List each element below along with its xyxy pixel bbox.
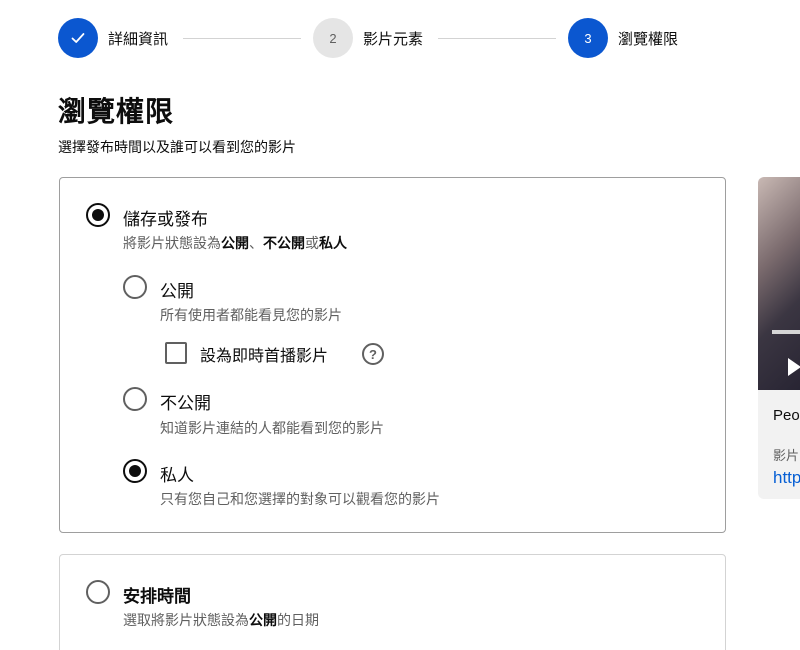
step-details-circle[interactable] bbox=[58, 18, 98, 58]
video-preview-panel: Peo 影片 http bbox=[758, 177, 800, 499]
visibility-page: 詳細資訊 2 影片元素 3 瀏覽權限 瀏覽權限 選擇發布時間以及誰可以看到您的影… bbox=[0, 0, 800, 650]
page-title: 瀏覽權限 bbox=[58, 95, 175, 128]
public-radio[interactable] bbox=[123, 275, 147, 299]
schedule-desc: 選取將影片狀態設為公開的日期 bbox=[123, 613, 319, 629]
unlisted-desc: 知道影片連結的人都能看到您的影片 bbox=[160, 421, 384, 437]
schedule-radio[interactable] bbox=[86, 580, 110, 604]
schedule-card[interactable]: 安排時間 選取將影片狀態設為公開的日期 bbox=[59, 554, 726, 650]
preview-link-label: 影片 bbox=[773, 449, 800, 464]
private-title[interactable]: 私人 bbox=[160, 461, 194, 486]
video-thumbnail[interactable] bbox=[758, 177, 800, 390]
premiere-checkbox[interactable] bbox=[165, 342, 187, 364]
premiere-label[interactable]: 設為即時首播影片 bbox=[200, 342, 328, 366]
upload-stepper: 詳細資訊 2 影片元素 3 瀏覽權限 bbox=[58, 18, 698, 60]
progress-bar bbox=[772, 330, 800, 334]
private-desc: 只有您自己和您選擇的對象可以觀看您的影片 bbox=[160, 492, 440, 508]
step-divider bbox=[438, 38, 556, 39]
step-visibility-circle[interactable]: 3 bbox=[568, 18, 608, 58]
check-icon bbox=[71, 33, 85, 43]
preview-video-link[interactable]: http bbox=[773, 468, 800, 488]
preview-video-title: Peo bbox=[773, 407, 800, 424]
unlisted-radio[interactable] bbox=[123, 387, 147, 411]
schedule-title[interactable]: 安排時間 bbox=[123, 582, 191, 607]
save-publish-card[interactable]: 儲存或發布 將影片狀態設為公開、不公開或私人 公開 所有使用者都能看見您的影片 … bbox=[59, 177, 726, 533]
step-elements-label[interactable]: 影片元素 bbox=[363, 28, 423, 49]
step-details-label[interactable]: 詳細資訊 bbox=[108, 28, 168, 49]
save-publish-desc: 將影片狀態設為公開、不公開或私人 bbox=[123, 236, 347, 252]
step-elements-circle[interactable]: 2 bbox=[313, 18, 353, 58]
step-divider bbox=[183, 38, 301, 39]
page-subtitle: 選擇發布時間以及誰可以看到您的影片 bbox=[58, 140, 296, 156]
unlisted-title[interactable]: 不公開 bbox=[160, 389, 211, 414]
question-mark-icon[interactable]: ? bbox=[362, 343, 384, 365]
private-radio[interactable] bbox=[123, 459, 147, 483]
public-title[interactable]: 公開 bbox=[160, 277, 194, 302]
play-icon[interactable] bbox=[788, 358, 800, 376]
step-visibility-label[interactable]: 瀏覽權限 bbox=[618, 28, 678, 49]
save-publish-title[interactable]: 儲存或發布 bbox=[123, 205, 208, 230]
public-desc: 所有使用者都能看見您的影片 bbox=[160, 308, 342, 324]
save-publish-radio[interactable] bbox=[86, 203, 110, 227]
